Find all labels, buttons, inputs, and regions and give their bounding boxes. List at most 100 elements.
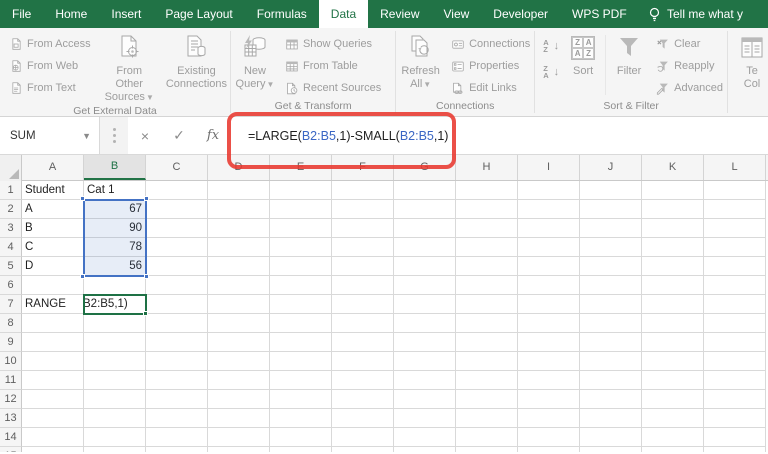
cell-I1[interactable] [518,181,580,200]
cell-J4[interactable] [580,238,642,257]
tab-insert[interactable]: Insert [99,0,153,28]
cell-F1[interactable] [332,181,394,200]
cell-B4[interactable]: 78 [84,238,146,257]
cell-G13[interactable] [394,409,456,428]
cell-F5[interactable] [332,257,394,276]
cell-A7[interactable]: RANGE [22,295,84,314]
column-header-D[interactable]: D [208,155,270,180]
cell-I10[interactable] [518,352,580,371]
row-header-14[interactable]: 14 [0,428,22,447]
cell-B14[interactable] [84,428,146,447]
cancel-button[interactable]: × [128,128,162,144]
cell-B6[interactable] [84,276,146,295]
cell-E13[interactable] [270,409,332,428]
cell-C2[interactable] [146,200,208,219]
cell-G12[interactable] [394,390,456,409]
cell-E6[interactable] [270,276,332,295]
cell-J10[interactable] [580,352,642,371]
cell-A14[interactable] [22,428,84,447]
cell-I15[interactable] [518,447,580,452]
show-queries-button[interactable]: Show Queries [281,33,385,55]
cell-E9[interactable] [270,333,332,352]
cell-I14[interactable] [518,428,580,447]
row-header-8[interactable]: 8 [0,314,22,333]
cell-I7[interactable] [518,295,580,314]
cell-G3[interactable] [394,219,456,238]
cell-L12[interactable] [704,390,766,409]
cell-E12[interactable] [270,390,332,409]
cell-I9[interactable] [518,333,580,352]
cell-B1[interactable]: Cat 1 [84,181,146,200]
cell-A12[interactable] [22,390,84,409]
cell-E2[interactable] [270,200,332,219]
cell-H13[interactable] [456,409,518,428]
cell-E11[interactable] [270,371,332,390]
cell-G9[interactable] [394,333,456,352]
cell-F15[interactable] [332,447,394,452]
cell-B13[interactable] [84,409,146,428]
cell-A15[interactable] [22,447,84,452]
cell-F2[interactable] [332,200,394,219]
cell-G8[interactable] [394,314,456,333]
from-table-button[interactable]: From Table [281,55,385,77]
row-header-6[interactable]: 6 [0,276,22,295]
cell-J8[interactable] [580,314,642,333]
cell-J15[interactable] [580,447,642,452]
row-header-13[interactable]: 13 [0,409,22,428]
cell-K15[interactable] [642,447,704,452]
cell-A4[interactable]: C [22,238,84,257]
text-to-columns-button[interactable]: Te Col [736,31,768,91]
cell-L5[interactable] [704,257,766,276]
cell-H1[interactable] [456,181,518,200]
column-header-G[interactable]: G [394,155,456,180]
cell-D8[interactable] [208,314,270,333]
cell-A2[interactable]: A [22,200,84,219]
existing-connections-button[interactable]: Existing Connections [162,31,231,91]
cell-I11[interactable] [518,371,580,390]
cell-B11[interactable] [84,371,146,390]
tab-home[interactable]: Home [43,0,99,28]
row-header-4[interactable]: 4 [0,238,22,257]
cell-L14[interactable] [704,428,766,447]
cell-B10[interactable] [84,352,146,371]
cell-D15[interactable] [208,447,270,452]
cell-C8[interactable] [146,314,208,333]
cell-D1[interactable] [208,181,270,200]
cell-E15[interactable] [270,447,332,452]
row-header-10[interactable]: 10 [0,352,22,371]
cell-A6[interactable] [22,276,84,295]
cell-K12[interactable] [642,390,704,409]
cell-J1[interactable] [580,181,642,200]
row-header-11[interactable]: 11 [0,371,22,390]
cell-I13[interactable] [518,409,580,428]
cell-H7[interactable] [456,295,518,314]
cell-L7[interactable] [704,295,766,314]
tell-me-box[interactable]: Tell me what y [648,0,768,28]
cell-A5[interactable]: D [22,257,84,276]
cell-G4[interactable] [394,238,456,257]
select-all-button[interactable] [0,155,22,181]
column-header-I[interactable]: I [518,155,580,180]
cell-I12[interactable] [518,390,580,409]
row-header-12[interactable]: 12 [0,390,22,409]
formula-input[interactable]: =LARGE(B2:B5,1)-SMALL(B2:B5,1) [230,117,768,154]
insert-function-button[interactable]: fx [196,128,230,143]
cell-D6[interactable] [208,276,270,295]
cell-L6[interactable] [704,276,766,295]
cell-C4[interactable] [146,238,208,257]
cell-C5[interactable] [146,257,208,276]
cell-F8[interactable] [332,314,394,333]
cell-L2[interactable] [704,200,766,219]
cell-H5[interactable] [456,257,518,276]
clear-filter-button[interactable]: Clear [652,33,727,55]
cell-J12[interactable] [580,390,642,409]
cell-D3[interactable] [208,219,270,238]
cell-I4[interactable] [518,238,580,257]
cell-B3[interactable]: 90 [84,219,146,238]
tab-file[interactable]: File [0,0,43,28]
cell-D13[interactable] [208,409,270,428]
column-header-E[interactable]: E [270,155,332,180]
cell-C10[interactable] [146,352,208,371]
cell-F3[interactable] [332,219,394,238]
cell-E4[interactable] [270,238,332,257]
